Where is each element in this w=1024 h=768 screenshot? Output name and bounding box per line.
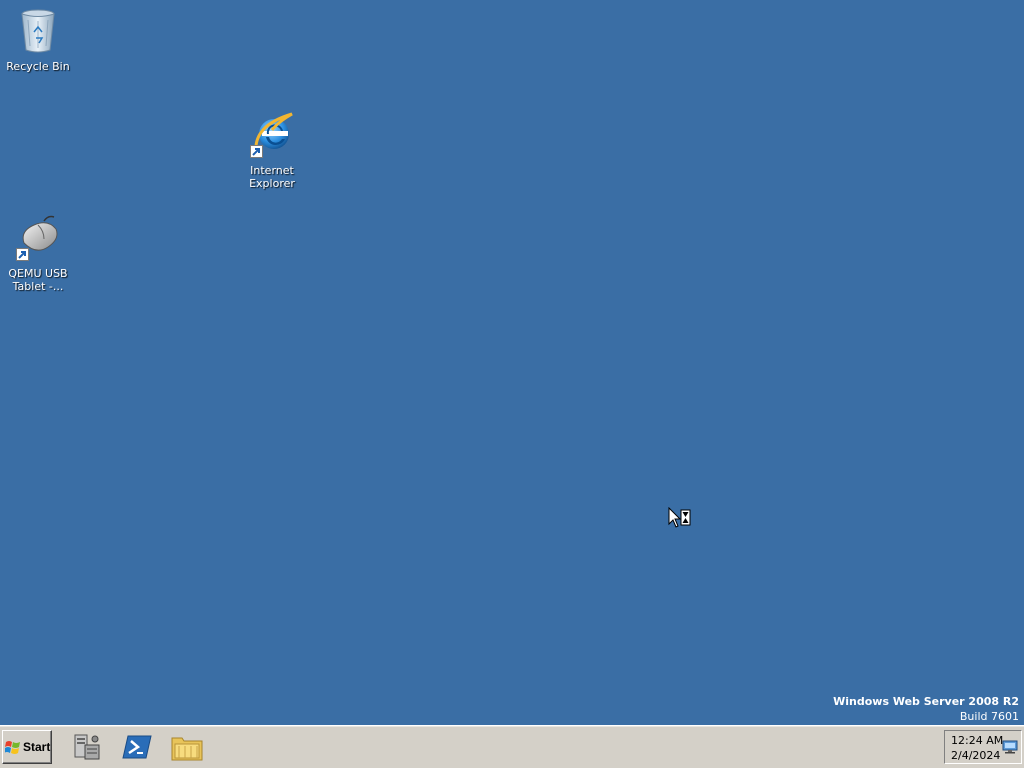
clock[interactable]: 12:24 AM 2/4/2024 — [951, 733, 1003, 763]
desktop-icon-qemu-usb-tablet[interactable]: QEMU USB Tablet -... — [0, 213, 76, 293]
folder-icon — [171, 737, 203, 761]
shortcut-arrow-icon — [250, 145, 263, 158]
taskbar: Start 12:24 AM 2/4/2024 — [0, 725, 1024, 768]
shortcut-arrow-icon — [16, 248, 29, 261]
os-edition-text: Windows Web Server 2008 R2 — [833, 695, 1019, 708]
recycle-bin-icon — [14, 6, 62, 54]
windows-logo-icon — [5, 741, 20, 754]
qemu-label-line1: QEMU USB — [8, 267, 68, 280]
network-icon[interactable] — [1002, 740, 1018, 754]
quicklaunch-powershell[interactable] — [120, 731, 154, 763]
os-watermark: Windows Web Server 2008 R2 Build 7601 — [833, 694, 1019, 724]
ie-label-line1: Internet — [250, 164, 294, 177]
start-label: Start — [23, 740, 51, 754]
qemu-tablet-label: QEMU USB Tablet -... — [0, 267, 76, 293]
busy-cursor-icon — [668, 507, 691, 528]
quicklaunch-server-manager[interactable] — [70, 731, 104, 763]
start-button[interactable]: Start — [2, 730, 52, 764]
qemu-label-line2: Tablet -... — [12, 280, 64, 293]
server-manager-icon — [74, 734, 100, 760]
desktop-icon-internet-explorer[interactable]: Internet Explorer — [234, 110, 310, 190]
ie-label-line2: Explorer — [249, 177, 295, 190]
powershell-icon — [122, 735, 152, 759]
system-tray: 12:24 AM 2/4/2024 — [944, 730, 1022, 764]
clock-time: 12:24 AM — [951, 734, 1004, 747]
internet-explorer-icon — [248, 110, 296, 158]
recycle-bin-label: Recycle Bin — [6, 60, 70, 73]
clock-date: 2/4/2024 — [951, 749, 1001, 762]
os-build-text: Build 7601 — [959, 710, 1019, 723]
internet-explorer-label: Internet Explorer — [234, 164, 310, 190]
desktop-icon-recycle-bin[interactable]: Recycle Bin — [0, 6, 76, 73]
mouse-tablet-icon — [14, 213, 62, 261]
quicklaunch-windows-explorer[interactable] — [170, 731, 204, 763]
